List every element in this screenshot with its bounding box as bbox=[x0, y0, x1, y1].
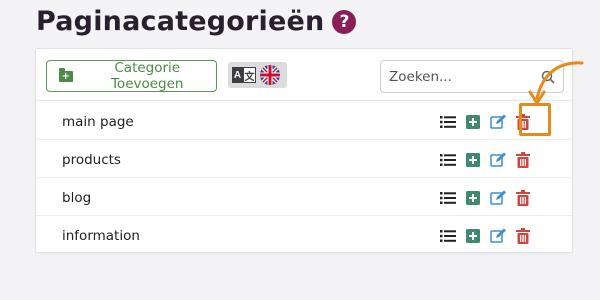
row-actions bbox=[440, 114, 534, 130]
category-name: information bbox=[62, 228, 140, 244]
search-input[interactable] bbox=[381, 61, 531, 92]
category-name: main page bbox=[62, 114, 134, 130]
table-row: blog bbox=[36, 178, 572, 216]
translate-glyph-a: A bbox=[232, 67, 243, 83]
translate-glyph-b: 文 bbox=[243, 67, 256, 83]
table-row: information bbox=[36, 216, 572, 254]
category-name: blog bbox=[62, 190, 92, 206]
help-icon[interactable]: ? bbox=[332, 9, 357, 34]
plus-square-icon[interactable] bbox=[465, 228, 481, 244]
add-category-label: Categorie Toevoegen bbox=[110, 60, 184, 92]
toolbar: + Categorie Toevoegen A 文 bbox=[36, 49, 572, 101]
edit-icon[interactable] bbox=[490, 228, 506, 244]
trash-icon[interactable] bbox=[515, 114, 531, 130]
category-name: products bbox=[62, 152, 121, 168]
list-icon[interactable] bbox=[440, 190, 456, 206]
edit-icon[interactable] bbox=[490, 114, 506, 130]
list-icon[interactable] bbox=[440, 152, 456, 168]
add-category-button[interactable]: + Categorie Toevoegen bbox=[46, 60, 217, 92]
plus-square-icon[interactable] bbox=[465, 190, 481, 206]
list-icon[interactable] bbox=[440, 114, 456, 130]
trash-icon[interactable] bbox=[515, 190, 531, 206]
search-box bbox=[380, 60, 564, 93]
folder-plus-icon: + bbox=[59, 67, 73, 82]
table-row: main page bbox=[36, 102, 572, 140]
search-icon[interactable] bbox=[541, 70, 555, 84]
trash-icon[interactable] bbox=[515, 152, 531, 168]
language-switcher[interactable]: A 文 bbox=[228, 62, 287, 88]
table-row: products bbox=[36, 140, 572, 178]
translate-icon[interactable]: A 文 bbox=[232, 67, 256, 83]
list-icon[interactable] bbox=[440, 228, 456, 244]
edit-icon[interactable] bbox=[490, 190, 506, 206]
page-header: Paginacategorieën ? bbox=[36, 6, 357, 37]
trash-icon[interactable] bbox=[515, 228, 531, 244]
row-actions bbox=[440, 152, 534, 168]
plus-square-icon[interactable] bbox=[465, 114, 481, 130]
row-actions bbox=[440, 190, 534, 206]
plus-square-icon[interactable] bbox=[465, 152, 481, 168]
page-title: Paginacategorieën bbox=[36, 6, 325, 37]
row-actions bbox=[440, 228, 534, 244]
categories-card: + Categorie Toevoegen A 文 Zoeken... main… bbox=[35, 48, 573, 253]
edit-icon[interactable] bbox=[490, 152, 506, 168]
uk-flag-icon[interactable] bbox=[260, 65, 280, 85]
